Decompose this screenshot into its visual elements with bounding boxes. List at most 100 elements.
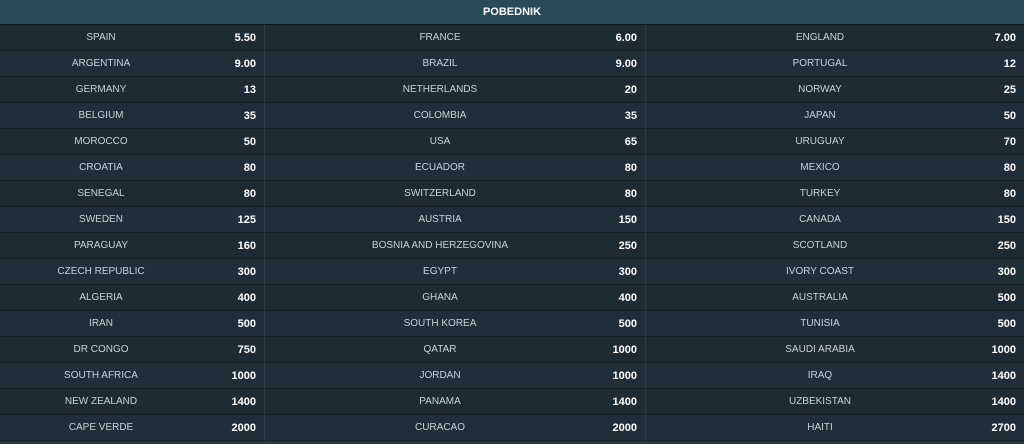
odds-cell[interactable]: IVORY COAST 300: [646, 259, 1024, 285]
odds-cell[interactable]: SENEGAL 80: [0, 181, 265, 207]
odds-cell[interactable]: PARAGUAY 160: [0, 233, 265, 259]
odds-value: 5.50: [234, 31, 256, 44]
odds-cell[interactable]: MOROCCO 50: [0, 129, 265, 155]
team-name: GERMANY: [75, 84, 127, 95]
team-name: ALGERIA: [79, 292, 123, 303]
odds-cell[interactable]: SWEDEN 125: [0, 207, 265, 233]
team-name: JORDAN: [419, 370, 461, 381]
odds-cell[interactable]: NETHERLANDS 20: [265, 77, 646, 103]
team-name: ENGLAND: [795, 32, 845, 43]
team-name: CROATIA: [79, 162, 123, 173]
odds-cell[interactable]: TURKEY 80: [646, 181, 1024, 207]
odds-cell[interactable]: CAPE VERDE 2000: [0, 415, 265, 441]
team-name: PORTUGAL: [792, 58, 848, 69]
odds-cell[interactable]: URUGUAY 70: [646, 129, 1024, 155]
team-name: COLOMBIA: [413, 110, 467, 121]
odds-value: 1000: [612, 343, 637, 356]
odds-value: 500: [997, 317, 1016, 330]
odds-value: 1400: [991, 369, 1016, 382]
team-name: CZECH REPUBLIC: [57, 266, 145, 277]
odds-value: 160: [237, 239, 256, 252]
odds-cell[interactable]: SCOTLAND 250: [646, 233, 1024, 259]
odds-cell[interactable]: IRAQ 1400: [646, 363, 1024, 389]
odds-value: 2000: [231, 421, 256, 434]
odds-value: 80: [1003, 161, 1016, 174]
odds-cell[interactable]: GERMANY 13: [0, 77, 265, 103]
team-name: PARAGUAY: [73, 240, 129, 251]
odds-value: 50: [1003, 109, 1016, 122]
odds-cell[interactable]: ARGENTINA 9.00: [0, 51, 265, 77]
odds-value: 35: [243, 109, 256, 122]
odds-cell[interactable]: CANADA 150: [646, 207, 1024, 233]
odds-cell[interactable]: ALGERIA 400: [0, 285, 265, 311]
team-name: AUSTRALIA: [792, 292, 848, 303]
odds-cell[interactable]: NORWAY 25: [646, 77, 1024, 103]
odds-cell[interactable]: FRANCE 6.00: [265, 25, 646, 51]
odds-cell[interactable]: JORDAN 1000: [265, 363, 646, 389]
odds-value: 80: [243, 187, 256, 200]
odds-cell[interactable]: CZECH REPUBLIC 300: [0, 259, 265, 285]
odds-value: 50: [243, 135, 256, 148]
odds-value: 2000: [612, 421, 637, 434]
team-name: UZBEKISTAN: [788, 396, 852, 407]
team-name: MOROCCO: [74, 136, 128, 147]
team-name: NORWAY: [798, 84, 842, 95]
team-name: MEXICO: [800, 162, 840, 173]
odds-cell[interactable]: GHANA 400: [265, 285, 646, 311]
odds-cell[interactable]: USA 65: [265, 129, 646, 155]
odds-cell[interactable]: BOSNIA AND HERZEGOVINA 250: [265, 233, 646, 259]
odds-cell[interactable]: SWITZERLAND 80: [265, 181, 646, 207]
odds-cell[interactable]: SPAIN 5.50: [0, 25, 265, 51]
odds-cell[interactable]: SAUDI ARABIA 1000: [646, 337, 1024, 363]
team-name: CAPE VERDE: [68, 422, 134, 433]
team-name: NETHERLANDS: [402, 84, 478, 95]
odds-value: 500: [997, 291, 1016, 304]
odds-cell[interactable]: EGYPT 300: [265, 259, 646, 285]
team-name: SWEDEN: [79, 214, 123, 225]
odds-value: 25: [1003, 83, 1016, 96]
team-name: ECUADOR: [414, 162, 465, 173]
odds-value: 9.00: [615, 57, 637, 70]
odds-cell[interactable]: COLOMBIA 35: [265, 103, 646, 129]
odds-cell[interactable]: DR CONGO 750: [0, 337, 265, 363]
odds-cell[interactable]: SOUTH KOREA 500: [265, 311, 646, 337]
odds-cell[interactable]: MEXICO 80: [646, 155, 1024, 181]
odds-cell[interactable]: PANAMA 1400: [265, 389, 646, 415]
odds-value: 125: [237, 213, 256, 226]
odds-cell[interactable]: BRAZIL 9.00: [265, 51, 646, 77]
odds-cell[interactable]: TUNISIA 500: [646, 311, 1024, 337]
odds-cell[interactable]: QATAR 1000: [265, 337, 646, 363]
odds-value: 1000: [991, 343, 1016, 356]
team-name: IRAQ: [807, 370, 833, 381]
odds-value: 1400: [612, 395, 637, 408]
team-name: GHANA: [422, 292, 458, 303]
team-name: SCOTLAND: [792, 240, 848, 251]
odds-cell[interactable]: CROATIA 80: [0, 155, 265, 181]
odds-value: 400: [237, 291, 256, 304]
odds-cell[interactable]: AUSTRALIA 500: [646, 285, 1024, 311]
odds-cell[interactable]: CURACAO 2000: [265, 415, 646, 441]
odds-cell[interactable]: UZBEKISTAN 1400: [646, 389, 1024, 415]
odds-cell[interactable]: JAPAN 50: [646, 103, 1024, 129]
odds-cell[interactable]: AUSTRIA 150: [265, 207, 646, 233]
odds-value: 13: [243, 83, 256, 96]
team-name: QATAR: [423, 344, 457, 355]
odds-cell[interactable]: IRAN 500: [0, 311, 265, 337]
odds-cell[interactable]: ENGLAND 7.00: [646, 25, 1024, 51]
odds-cell[interactable]: NEW ZEALAND 1400: [0, 389, 265, 415]
odds-cell[interactable]: PORTUGAL 12: [646, 51, 1024, 77]
odds-cell[interactable]: BELGIUM 35: [0, 103, 265, 129]
team-name: FRANCE: [419, 32, 461, 43]
odds-value: 300: [997, 265, 1016, 278]
odds-value: 300: [237, 265, 256, 278]
odds-cell[interactable]: HAITI 2700: [646, 415, 1024, 441]
team-name: HAITI: [807, 422, 833, 433]
odds-value: 80: [624, 187, 637, 200]
odds-cell[interactable]: ECUADOR 80: [265, 155, 646, 181]
odds-value: 20: [624, 83, 637, 96]
team-name: CANADA: [799, 214, 841, 225]
odds-value: 9.00: [234, 57, 256, 70]
odds-cell[interactable]: SOUTH AFRICA 1000: [0, 363, 265, 389]
odds-value: 750: [237, 343, 256, 356]
team-name: BELGIUM: [78, 110, 124, 121]
